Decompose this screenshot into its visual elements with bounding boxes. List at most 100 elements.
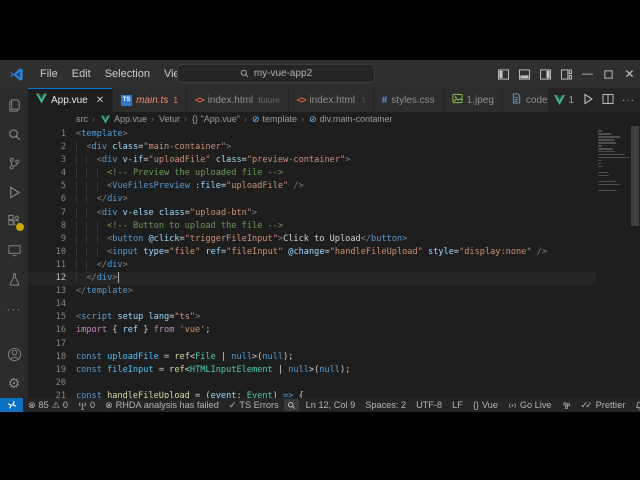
breadcrumb-item[interactable]: ›{} "App.vue" [182,114,240,124]
status-ports[interactable]: 0 [73,400,100,410]
minimap[interactable] [598,130,630,193]
code-line[interactable]: 1<template> [28,128,596,141]
extensions-warning-badge [15,222,25,232]
status-rhda[interactable]: ⊗RHDA analysis has failed [100,400,224,410]
code-line[interactable]: 2 <div class="main-container"> [28,141,596,154]
testing-button[interactable] [0,265,28,294]
minimize-button[interactable]: — [577,60,598,88]
code-line[interactable]: 4 <!-- Preview the uploaded file --> [28,167,596,180]
tab-main-ts[interactable]: TSmain.ts1 [113,88,187,112]
run-debug-icon [7,185,22,200]
command-center-search[interactable]: my-vue-app2 [177,64,375,83]
status-cursor-position[interactable]: Ln 12, Col 9 [301,400,361,410]
code-line[interactable]: 15<script setup lang="ts"> [28,311,596,324]
code-line[interactable]: 7 <div v-else class="upload-btn"> [28,207,596,220]
status-language-mode[interactable]: {}Vue [468,400,503,410]
scrollbar[interactable] [630,126,640,398]
remote-indicator[interactable] [0,398,23,412]
code-line[interactable]: 17 [28,338,596,351]
toggle-panel-icon[interactable] [514,60,535,88]
code-line[interactable]: 6 </div> [28,193,596,206]
vscode-logo-icon [9,67,24,82]
search-value: my-vue-app2 [254,68,312,79]
breadcrumb-item[interactable]: src [76,114,88,124]
breadcrumb-item[interactable]: ›⊘div.main-container [299,114,392,125]
extensions-button[interactable] [0,207,28,236]
breadcrumb-item[interactable]: ›Vetur [149,114,180,124]
tab-index-html[interactable]: <>index.htmlfuture [187,88,289,112]
code-line[interactable]: 20 [28,377,596,390]
explorer-button[interactable] [0,91,28,120]
menu-selection[interactable]: Selection [98,68,157,80]
code-line[interactable]: 14 [28,298,596,311]
tab-styles-css[interactable]: #styles.css [374,88,444,112]
search-button[interactable] [0,120,28,149]
line-number: 11 [28,259,76,272]
search-icon [7,127,22,142]
line-number: 1 [28,128,76,141]
line-number: 12 [28,272,76,285]
code-editor[interactable]: 1<template>2 <div class="main-container"… [28,126,640,398]
code-line[interactable]: 18const uploadFile = ref<File | null>(nu… [28,351,596,364]
magnifier-icon [287,401,296,410]
code-line[interactable]: 8 <!-- Button to upload the file --> [28,220,596,233]
more-actions-icon[interactable]: ··· [622,95,635,106]
run-icon[interactable] [582,93,594,108]
toggle-secondary-sidebar-icon[interactable] [535,60,556,88]
toggle-primary-sidebar-icon[interactable] [493,60,514,88]
status-extension-cluster[interactable] [557,401,576,410]
accounts-button[interactable] [0,340,28,369]
scrollbar-thumb[interactable] [631,126,639,226]
code-line[interactable]: 13</template> [28,285,596,298]
tab-index-html[interactable]: <>index.html.\ [289,88,374,112]
error-icon: ⊗ [105,401,113,410]
code-line[interactable]: 3 <div v-if="uploadFile" class="preview-… [28,154,596,167]
remote-explorer-button[interactable] [0,236,28,265]
split-editor-icon[interactable] [602,93,614,108]
status-eol[interactable]: LF [447,400,468,410]
run-debug-button[interactable] [0,178,28,207]
status-indentation[interactable]: Spaces: 2 [360,400,411,410]
line-number: 18 [28,351,76,364]
code-line[interactable]: 5 <VueFilesPreview :file="uploadFile" /> [28,180,596,193]
code-line[interactable]: 9 <button @click="triggerFileInput">Clic… [28,233,596,246]
maximize-button[interactable] [598,60,619,88]
more-views-button[interactable]: ··· [0,294,28,323]
line-number: 5 [28,180,76,193]
code-line[interactable]: 12 </div> [28,272,596,285]
status-ts-errors[interactable]: ✓TS Errors [224,400,284,410]
remote-icon [7,400,17,410]
vue-icon[interactable] [554,95,565,106]
customize-layout-icon[interactable] [556,60,577,88]
close-icon[interactable]: ✕ [96,95,104,106]
menu-edit[interactable]: Edit [65,68,98,80]
code-line[interactable]: 19const fileInput = ref<HTMLInputElement… [28,364,596,377]
line-number: 3 [28,154,76,167]
menu-file[interactable]: File [33,68,65,80]
code-line[interactable]: 10 <input type="file" ref="fileInput" @c… [28,246,596,259]
settings-button[interactable]: ⚙ [0,369,28,398]
status-notifications[interactable] [630,401,640,410]
line-number: 2 [28,141,76,154]
status-magnify[interactable] [284,399,299,411]
code-line[interactable]: 16import { ref } from 'vue'; [28,324,596,337]
code-line[interactable]: 21const handleFileUpload = (event: Event… [28,390,596,398]
status-prettier[interactable]: ✓✓Prettier [576,400,631,410]
source-control-button[interactable] [0,149,28,178]
close-button[interactable]: ✕ [619,60,640,88]
code-line[interactable]: 11 </div> [28,259,596,272]
status-problems[interactable]: ⊗85⚠0 [23,400,73,410]
breadcrumb-item[interactable]: ›⊘template [242,114,297,125]
line-number: 6 [28,193,76,206]
status-go-live[interactable]: Go Live [503,400,557,410]
breadcrumb-item[interactable]: ›App.vue [90,114,147,125]
account-icon [7,347,22,362]
tab-app-vue[interactable]: App.vue✕ [28,88,113,112]
status-encoding[interactable]: UTF-8 [411,400,447,410]
cluster-icon [562,401,571,410]
tab-1-jpeg[interactable]: 1.jpeg [444,88,503,112]
error-count-badge: 1 [173,95,178,105]
check-icon: ✓ [229,401,237,410]
txt-file-icon [511,93,522,107]
line-number: 7 [28,207,76,220]
